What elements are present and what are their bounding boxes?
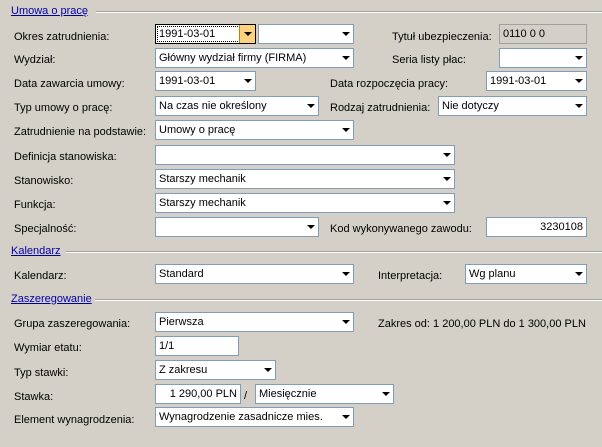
stanowisko-label: Stanowisko:: [14, 175, 74, 187]
data-zawarcia-field[interactable]: 1991-03-01: [155, 71, 256, 91]
okres-label: Okres zatrudnienia:: [14, 31, 110, 43]
element-dropdown-button[interactable]: [338, 408, 353, 426]
wymiar-field[interactable]: 1/1: [155, 336, 239, 356]
funkcja-select[interactable]: Starszy mechanik: [155, 193, 455, 213]
okres-stawki-select[interactable]: Miesięcznie: [255, 384, 394, 404]
chevron-down-icon: [306, 225, 315, 229]
chevron-down-icon: [442, 201, 451, 205]
chevron-down-icon: [263, 368, 272, 372]
typ-stawki-select[interactable]: Z zakresu: [155, 360, 276, 380]
okres-to-dropdown-button[interactable]: [338, 25, 353, 43]
rodzaj-dropdown-button[interactable]: [571, 97, 586, 115]
definicja-dropdown-button[interactable]: [439, 146, 454, 164]
grupa-label: Grupa zaszeregowania:: [14, 318, 131, 330]
kalendarz-label: Kalendarz:: [14, 270, 67, 282]
typ-umowy-label: Typ umowy o pracę:: [14, 102, 113, 114]
specjalnosc-select[interactable]: [155, 217, 319, 237]
kalendarz-select[interactable]: Standard: [155, 264, 354, 284]
chevron-down-icon: [442, 177, 451, 181]
definicja-label: Definicja stanowiska:: [14, 151, 117, 163]
zatrudnienie-label: Zatrudnienie na podstawie:: [14, 126, 147, 138]
chevron-down-icon: [574, 56, 583, 60]
chevron-down-icon: [243, 79, 252, 83]
data-rozpoczecia-dropdown-button[interactable]: [571, 72, 586, 90]
stawka-separator: /: [244, 390, 248, 402]
section-kalendarz-title: Kalendarz: [11, 245, 61, 257]
section-umowa-title: Umowa o pracę: [11, 5, 89, 17]
seria-dropdown-button[interactable]: [571, 49, 586, 67]
interpretacja-dropdown-button[interactable]: [571, 265, 586, 283]
chevron-down-icon: [341, 415, 350, 419]
specjalnosc-dropdown-button[interactable]: [303, 218, 318, 236]
kod-label: Kod wykonywanego zawodu:: [330, 223, 472, 235]
seria-select[interactable]: [499, 48, 587, 68]
chevron-down-icon: [574, 104, 583, 108]
stawka-field[interactable]: 1 290,00 PLN: [155, 384, 241, 404]
element-select[interactable]: Wynagrodzenie zasadnicze mies.: [155, 407, 354, 427]
okres-from-field[interactable]: 1991-03-01: [155, 24, 256, 44]
stanowisko-select[interactable]: Starszy mechanik: [155, 169, 455, 189]
interpretacja-select[interactable]: Wg planu: [465, 264, 587, 284]
zatrudnienie-select[interactable]: Umowy o pracę: [155, 120, 354, 140]
kalendarz-dropdown-button[interactable]: [338, 265, 353, 283]
data-rozpoczecia-label: Data rozpoczęcia pracy:: [330, 78, 448, 90]
tytul-field: 0110 0 0: [499, 24, 587, 44]
stanowisko-dropdown-button[interactable]: [439, 170, 454, 188]
chevron-down-icon: [306, 104, 315, 108]
data-rozpoczecia-field[interactable]: 1991-03-01: [486, 71, 587, 91]
element-label: Element wynagrodzenia:: [14, 414, 135, 426]
typ-umowy-select[interactable]: Na czas nie określony: [155, 96, 319, 116]
section-divider: [95, 299, 602, 301]
typ-stawki-dropdown-button[interactable]: [260, 361, 275, 379]
kod-field[interactable]: 3230108: [486, 217, 587, 237]
zatrudnienie-dropdown-button[interactable]: [338, 121, 353, 139]
wydzial-label: Wydział:: [14, 54, 56, 66]
chevron-down-icon: [442, 153, 451, 157]
wydzial-dropdown-button[interactable]: [338, 49, 353, 67]
chevron-down-icon: [574, 272, 583, 276]
typ-umowy-dropdown-button[interactable]: [303, 97, 318, 115]
section-divider: [66, 251, 602, 253]
okres-to-field[interactable]: [258, 24, 354, 44]
zakres-text: Zakres od: 1 200,00 PLN do 1 300,00 PLN: [378, 318, 586, 330]
okres-stawki-dropdown-button[interactable]: [378, 385, 393, 403]
wydzial-select[interactable]: Główny wydział firmy (FIRMA): [155, 48, 354, 68]
chevron-down-icon: [341, 32, 350, 36]
funkcja-dropdown-button[interactable]: [439, 194, 454, 212]
tytul-label: Tytuł ubezpieczenia:: [392, 31, 492, 43]
rodzaj-label: Rodzaj zatrudnienia:: [330, 102, 431, 114]
definicja-select[interactable]: [155, 145, 455, 165]
specjalnosc-label: Specjalność:: [14, 223, 77, 235]
okres-from-dropdown-button[interactable]: [239, 25, 255, 43]
wymiar-label: Wymiar etatu:: [14, 342, 82, 354]
chevron-down-icon: [243, 32, 252, 36]
chevron-down-icon: [341, 320, 350, 324]
chevron-down-icon: [341, 128, 350, 132]
chevron-down-icon: [381, 392, 390, 396]
grupa-dropdown-button[interactable]: [338, 313, 353, 331]
chevron-down-icon: [341, 272, 350, 276]
funkcja-label: Funkcja:: [14, 199, 56, 211]
section-divider: [96, 11, 602, 13]
seria-label: Seria listy płac:: [392, 54, 466, 66]
interpretacja-label: Interpretacja:: [378, 270, 443, 282]
data-zawarcia-dropdown-button[interactable]: [240, 72, 255, 90]
chevron-down-icon: [341, 56, 350, 60]
data-zawarcia-label: Data zawarcia umowy:: [14, 78, 125, 90]
grupa-select[interactable]: Pierwsza: [155, 312, 354, 332]
section-zaszeregowanie-title: Zaszeregowanie: [11, 293, 92, 305]
stawka-label: Stawka:: [14, 391, 54, 403]
chevron-down-icon: [574, 79, 583, 83]
rodzaj-select[interactable]: Nie dotyczy: [438, 96, 587, 116]
typ-stawki-label: Typ stawki:: [14, 367, 69, 379]
